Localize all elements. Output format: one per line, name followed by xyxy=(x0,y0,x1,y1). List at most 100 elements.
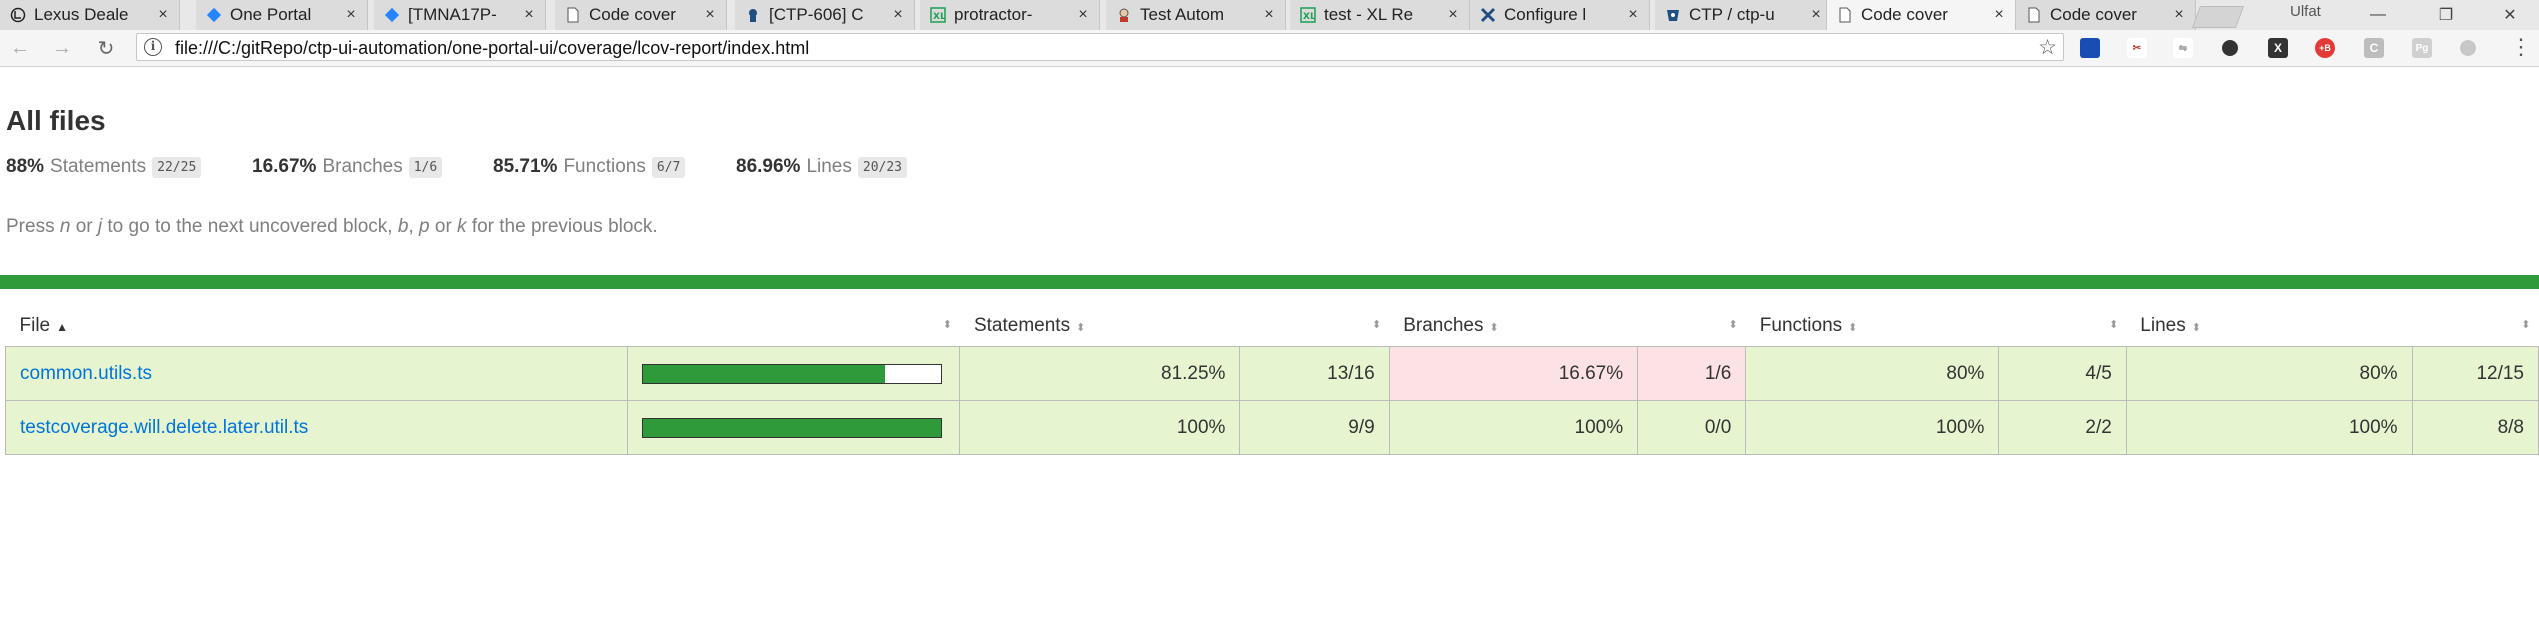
close-icon[interactable]: × xyxy=(1445,6,1461,24)
minimize-icon[interactable]: — xyxy=(2348,0,2408,30)
tab-code-coverage-active[interactable]: Code cover × xyxy=(1826,0,2016,30)
coverage-table: File ▲ ⬍ Statements ⬍ ⬍ Branches ⬍ ⬍ Functi… xyxy=(5,306,2539,455)
file-link[interactable]: testcoverage.will.delete.later.util.ts xyxy=(20,417,308,438)
jenkins-icon xyxy=(745,7,761,23)
extension-c-icon[interactable]: C xyxy=(2364,38,2384,58)
sort-icon[interactable]: ⬍ xyxy=(1848,322,1857,334)
summary-pct: 88% xyxy=(6,156,45,177)
column-header-functions[interactable]: Functions ⬍ xyxy=(1746,306,1999,347)
close-window-icon[interactable]: ✕ xyxy=(2480,0,2539,30)
sort-icon[interactable]: ⬍ xyxy=(2521,318,2530,331)
close-icon[interactable]: × xyxy=(1991,6,2007,24)
sort-icon[interactable]: ⬍ xyxy=(1076,322,1085,334)
extension-dark-icon[interactable] xyxy=(2222,40,2238,56)
extension-pg-icon[interactable]: Pg xyxy=(2412,38,2432,58)
page-icon xyxy=(1837,7,1853,23)
summary-pct: 86.96% xyxy=(736,156,801,177)
coverage-bar xyxy=(641,417,942,438)
sort-icon[interactable]: ⬍ xyxy=(2109,318,2118,331)
browser-menu-icon[interactable]: ⋮ xyxy=(2510,34,2532,60)
extension-x-icon[interactable]: X xyxy=(2268,38,2288,58)
column-header-statements[interactable]: Statements ⬍ xyxy=(960,306,1240,347)
bookmark-star-icon[interactable]: ☆ xyxy=(2038,35,2057,60)
user-badge[interactable]: Ulfat xyxy=(2290,3,2321,20)
tab-label: Lexus Deale xyxy=(34,5,129,24)
tab-configure[interactable]: Configure l × xyxy=(1470,0,1650,30)
tab-protractor[interactable]: XL protractor- × xyxy=(920,0,1100,30)
bitbucket-icon xyxy=(1665,7,1681,23)
sort-icon[interactable]: ⬍ xyxy=(1490,322,1499,334)
info-icon[interactable]: i xyxy=(144,38,162,56)
new-tab-button[interactable] xyxy=(2191,6,2245,28)
tab-label: [CTP-606] C xyxy=(769,5,864,24)
jenkins-user-icon xyxy=(1116,7,1132,23)
close-icon[interactable]: × xyxy=(155,6,171,24)
summary-pct: 16.67% xyxy=(252,156,317,177)
sort-icon[interactable]: ⬍ xyxy=(1729,318,1738,331)
tab-label: [TMNA17P- xyxy=(408,5,497,24)
extension-circle-icon[interactable] xyxy=(2460,40,2476,56)
tab-lexus-dealer[interactable]: Lexus Deale × xyxy=(0,0,180,30)
lines-frac-cell: 8/8 xyxy=(2411,400,2539,455)
back-icon[interactable]: ← xyxy=(8,36,32,60)
sort-icon[interactable]: ⬍ xyxy=(2192,322,2201,334)
statements-frac-cell: 9/9 xyxy=(1239,400,1390,455)
sort-icon[interactable]: ⬍ xyxy=(943,318,952,331)
address-bar[interactable]: i file:///C:/gitRepo/ctp-ui-automation/o… xyxy=(136,33,2064,61)
restore-icon[interactable]: ❐ xyxy=(2416,0,2476,30)
extension-plug-icon[interactable]: ⇋ xyxy=(2173,38,2193,58)
extension-b-icon[interactable]: +B xyxy=(2315,38,2335,58)
sort-icon[interactable]: ⬍ xyxy=(1372,318,1381,331)
tab-code-coverage-3[interactable]: Code cover × xyxy=(2016,0,2196,30)
summary-branches: 16.67% Branches 1/6 xyxy=(252,156,443,178)
lexus-icon xyxy=(10,7,26,23)
tab-one-portal[interactable]: One Portal × xyxy=(196,0,368,30)
svg-text:XL: XL xyxy=(933,12,946,22)
file-cell: testcoverage.will.delete.later.util.ts xyxy=(5,400,628,455)
column-header-branches[interactable]: Branches ⬍ xyxy=(1389,306,1637,347)
summary-functions: 85.71% Functions 6/7 xyxy=(493,156,686,178)
svg-text:XL: XL xyxy=(1303,12,1316,22)
url-text[interactable]: file:///C:/gitRepo/ctp-ui-automation/one… xyxy=(175,38,809,59)
column-header-branches-frac[interactable]: ⬍ xyxy=(1638,306,1746,347)
functions-pct-cell: 100% xyxy=(1745,400,2000,455)
summary-fraction: 1/6 xyxy=(408,156,443,178)
tab-test-xl-release[interactable]: XL test - XL Re × xyxy=(1290,0,1470,30)
xl-release-icon xyxy=(1480,7,1496,23)
close-icon[interactable]: × xyxy=(343,6,359,24)
close-icon[interactable]: × xyxy=(1075,6,1091,24)
close-icon[interactable]: × xyxy=(890,6,906,24)
close-icon[interactable]: × xyxy=(1808,6,1824,24)
tab-test-automation[interactable]: Test Autom × xyxy=(1106,0,1286,30)
browser-toolbar: ← → ↻ i file:///C:/gitRepo/ctp-ui-automa… xyxy=(0,30,2539,67)
forward-icon[interactable]: → xyxy=(50,36,74,60)
tab-label: CTP / ctp-u xyxy=(1689,5,1775,24)
tab-ctp-bitbucket[interactable]: CTP / ctp-u × xyxy=(1655,0,1833,30)
functions-frac-cell: 4/5 xyxy=(1998,346,2127,401)
extension-blue-icon[interactable] xyxy=(2080,38,2100,58)
jira-icon xyxy=(384,7,400,23)
column-header-lines-frac[interactable]: ⬍ xyxy=(2412,306,2538,347)
close-icon[interactable]: × xyxy=(1261,6,1277,24)
reload-icon[interactable]: ↻ xyxy=(94,36,118,60)
tab-tmna[interactable]: [TMNA17P- × xyxy=(374,0,546,30)
close-icon[interactable]: × xyxy=(1625,6,1641,24)
branches-pct-cell: 16.67% xyxy=(1388,346,1639,401)
column-header-statements-frac[interactable]: ⬍ xyxy=(1240,306,1389,347)
sort-ascending-icon[interactable]: ▲ xyxy=(56,320,68,334)
file-link[interactable]: common.utils.ts xyxy=(20,363,152,384)
close-icon[interactable]: × xyxy=(521,6,537,24)
tab-ctp-606[interactable]: [CTP-606] C × xyxy=(735,0,915,30)
close-icon[interactable]: × xyxy=(2171,6,2187,24)
summary-label: Branches xyxy=(322,156,403,177)
coverage-bar xyxy=(641,363,942,384)
column-header-file-bar[interactable]: ⬍ xyxy=(627,306,960,347)
extension-scissors-icon[interactable]: ✂ xyxy=(2127,38,2147,58)
column-header-lines[interactable]: Lines ⬍ xyxy=(2126,306,2412,347)
column-header-file[interactable]: File ▲ xyxy=(6,306,628,347)
excel-icon: XL xyxy=(930,7,946,23)
close-icon[interactable]: × xyxy=(702,6,718,24)
tab-code-coverage-1[interactable]: Code cover × xyxy=(555,0,727,30)
column-header-functions-frac[interactable]: ⬍ xyxy=(1999,306,2126,347)
table-header-row: File ▲ ⬍ Statements ⬍ ⬍ Branches ⬍ ⬍ Functi… xyxy=(6,306,2539,347)
